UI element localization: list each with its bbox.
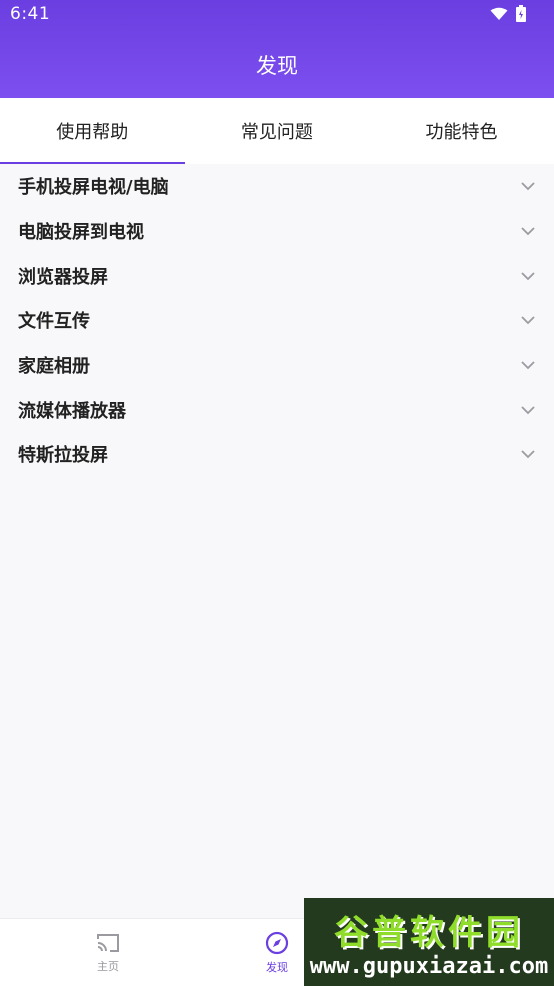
page-title: 发现: [256, 54, 298, 78]
status-icons: [490, 5, 526, 22]
watermark-url: www.gupuxiazai.com: [309, 954, 549, 979]
status-time: 6:41: [10, 4, 51, 24]
list-item[interactable]: 特斯拉投屏: [0, 432, 554, 477]
nav-home[interactable]: 主页: [48, 919, 168, 986]
nav-discover-label: 发现: [266, 961, 288, 974]
list-item[interactable]: 文件互传: [0, 298, 554, 343]
status-bar: 6:41: [0, 0, 554, 28]
watermark: 谷普软件园 www.gupuxiazai.com: [304, 898, 554, 986]
chevron-down-icon: [521, 361, 535, 370]
list-item[interactable]: 手机投屏电视/电脑: [0, 164, 554, 209]
list-item[interactable]: 家庭相册: [0, 343, 554, 388]
tab-usage-help[interactable]: 使用帮助: [0, 98, 185, 164]
list-item-label: 流媒体播放器: [18, 400, 126, 422]
tab-label: 使用帮助: [56, 122, 129, 143]
wifi-icon: [490, 7, 508, 20]
header: 6:41 发现: [0, 0, 554, 98]
tab-faq[interactable]: 常见问题: [185, 98, 370, 164]
chevron-down-icon: [521, 406, 535, 415]
tab-bar: 使用帮助 常见问题 功能特色: [0, 98, 554, 164]
tab-features[interactable]: 功能特色: [369, 98, 554, 164]
help-list: 手机投屏电视/电脑 电脑投屏到电视 浏览器投屏 文件互传 家庭相册 流媒体播放器…: [0, 164, 554, 477]
list-item-label: 浏览器投屏: [18, 266, 108, 288]
list-item[interactable]: 流媒体播放器: [0, 387, 554, 432]
chevron-down-icon: [521, 450, 535, 459]
list-item-label: 文件互传: [18, 311, 90, 333]
nav-home-label: 主页: [97, 960, 119, 973]
chevron-down-icon: [521, 182, 535, 191]
tab-label: 功能特色: [425, 122, 498, 143]
chevron-down-icon: [521, 227, 535, 236]
list-item-label: 家庭相册: [18, 356, 90, 378]
list-item[interactable]: 浏览器投屏: [0, 253, 554, 298]
watermark-brand: 谷普软件园: [334, 913, 524, 953]
chevron-down-icon: [521, 272, 535, 280]
compass-icon: [265, 931, 289, 955]
chevron-down-icon: [521, 316, 535, 325]
list-item-label: 特斯拉投屏: [18, 445, 108, 467]
battery-icon: [516, 5, 526, 22]
tab-label: 常见问题: [240, 122, 313, 143]
list-item[interactable]: 电脑投屏到电视: [0, 209, 554, 254]
cast-icon: [97, 934, 119, 952]
list-item-label: 手机投屏电视/电脑: [18, 177, 169, 199]
list-item-label: 电脑投屏到电视: [18, 222, 144, 244]
